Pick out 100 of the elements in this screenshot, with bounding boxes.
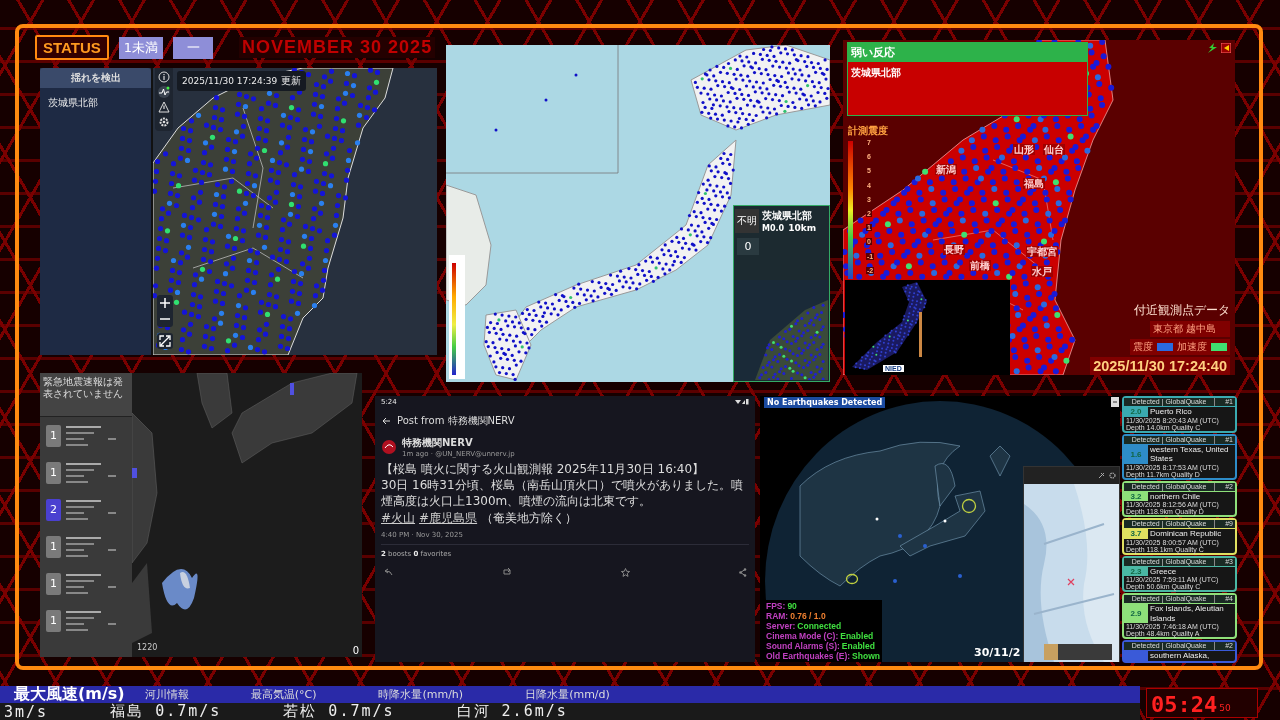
status-label: STATUS [35,35,109,60]
ticker-item: 若松 0.7m/s [283,703,395,720]
intensity-badge: 1未満 [118,36,164,59]
place-name: western Texas, United States [1150,444,1230,464]
author-name: 特務機関NERV [402,436,474,450]
ticker-item: 白河 2.6m/s [456,703,568,720]
scale-title: 計測震度 [848,124,888,138]
fullscreen-icon[interactable] [157,333,173,349]
city-label: 前橋 [969,260,991,271]
wave-icon[interactable] [158,86,170,98]
intensity-value: 0 [737,238,759,255]
region-label: 茨城県北部 [762,209,813,223]
stat-line: Old Earthquakes (E): Shown [766,651,880,661]
report-item[interactable]: 1 [40,454,132,491]
ticker-item: 3m/s [4,703,49,720]
region-item[interactable]: 茨城県北部 [40,88,151,118]
intensity-badge: 2 [46,498,61,521]
depth-status: 不明 [735,209,759,233]
speaker-icon [1221,43,1231,53]
counter: 0 [352,645,359,656]
alert-region: 茨城県北部 [850,66,902,80]
signal-battery-icon [735,399,749,405]
ticker-item: 福島 0.7m/s [110,703,222,720]
stat-line: RAM: 0.76 / 1.0 [766,611,827,621]
station-name: 東京都 越中島 [1149,321,1230,337]
stat-line: FPS: 90 [766,601,798,611]
clock-seconds: 50 [1219,703,1231,713]
magnitude: 2.9 [1130,609,1142,618]
place-name: northern Chile [1150,491,1202,501]
avatar-icon [381,439,397,455]
magnitude: 3.2 [1130,491,1142,501]
hashtag-note: （奄美地方除く） [481,510,578,525]
info-icon[interactable] [158,71,170,83]
magnitude: 3.7 [1130,529,1142,539]
warning-icon[interactable] [158,101,170,113]
zoom-in-icon[interactable] [157,295,173,311]
status-banner: No Earthquakes Detected [764,397,886,408]
magnitude: 1.6 [1130,449,1142,459]
ticker-header: 日降水量(mm/d) [525,687,610,702]
legend-label: 加速度 [1177,340,1207,354]
ticker-header: 最高気温(°C) [250,687,317,702]
place-name: Greece [1150,566,1178,576]
timestamp: 2025/11/30 17:24:39 [182,76,278,86]
settings-icon[interactable] [158,116,170,128]
magnitude: 2.3 [1130,566,1142,576]
post-title: Post from 特務機関NERV [397,414,515,428]
pin-icon [1098,472,1105,479]
magnitude: M0.0 [762,224,785,233]
depth: 10km [788,223,817,233]
post-headline: 【桜島 噴火に関する火山観測報 2025年11月30日 16:40】 [381,461,706,478]
place-name: Fox Islands, Aleutian Islands [1150,604,1225,623]
report-item[interactable]: 1 [40,565,132,602]
intensity-badge: 1 [46,609,61,632]
stat-line: Sound Alarms (S): Enabled [766,641,876,651]
intensity-badge: 1 [46,535,61,558]
intensity-badge: 1 [46,461,61,484]
legend-label: 震度 [1133,340,1153,354]
settings-icon [1109,472,1116,479]
report-item[interactable]: 1 [40,417,132,454]
place-name: southern Alaska, [1150,651,1211,661]
date-label: NOVEMBER 30 2025 [239,37,436,58]
status-message: 緊急地震速報は発表されていません [40,373,132,417]
hashtag-link[interactable]: #鹿児島県 [419,510,478,525]
report-item[interactable]: 2 [40,491,132,528]
ticker-header: 時降水量(mm/h) [378,687,464,702]
radar-time: 1220 [137,643,158,652]
report-item[interactable]: 1 [40,528,132,565]
level-badge: 一 [173,36,214,59]
post-body: 30日 16時31分頃、桜島（南岳山頂火口）で噴火がありました。噴煙高度は火口上1300m、噴煙の流向は北東です。 [381,477,744,510]
back-arrow-icon[interactable] [381,416,391,426]
intensity-badge: 1 [46,424,61,447]
city-label: 水戸 [1031,266,1053,277]
hashtag-link[interactable]: #火山 [381,510,416,525]
ticker-header: 最大風速(m/s) [14,686,125,703]
reply-icon[interactable] [383,567,393,576]
stat-line: Cinema Mode (C): Enabled [766,631,875,641]
timestamp: 2025/11/30 17:24:40 [1090,357,1230,375]
boost-icon[interactable] [502,567,512,576]
city-label: 宇都宮 [1026,246,1058,257]
collapse-icon [1111,397,1119,407]
alert-title: 弱い反応 [848,43,1087,62]
lightning-icon [1206,43,1218,53]
magnitude: 2.0 [1130,407,1142,417]
date-label: 30/11/2 [974,646,1021,659]
star-icon[interactable] [621,567,630,577]
share-icon[interactable] [739,567,747,577]
stat-line: Server: Connected [766,621,843,631]
ticker-header: 河川情報 [144,687,189,702]
clock-time: 05:24 [1151,692,1218,717]
intensity-badge: 1 [46,572,61,595]
place-name: Puerto Rico [1150,407,1193,417]
city-label: 山形 [1013,144,1035,155]
city-label: 仙台 [1043,144,1065,155]
city-label: 長野 [943,244,965,255]
report-item[interactable]: 1 [40,602,132,639]
updated-label: 更新 [281,74,302,88]
place-name: Dominican Republic [1150,529,1223,539]
nearby-title: 付近観測点データ [1134,302,1230,319]
city-label: 福島 [1023,178,1045,189]
city-label: 新潟 [935,164,957,175]
